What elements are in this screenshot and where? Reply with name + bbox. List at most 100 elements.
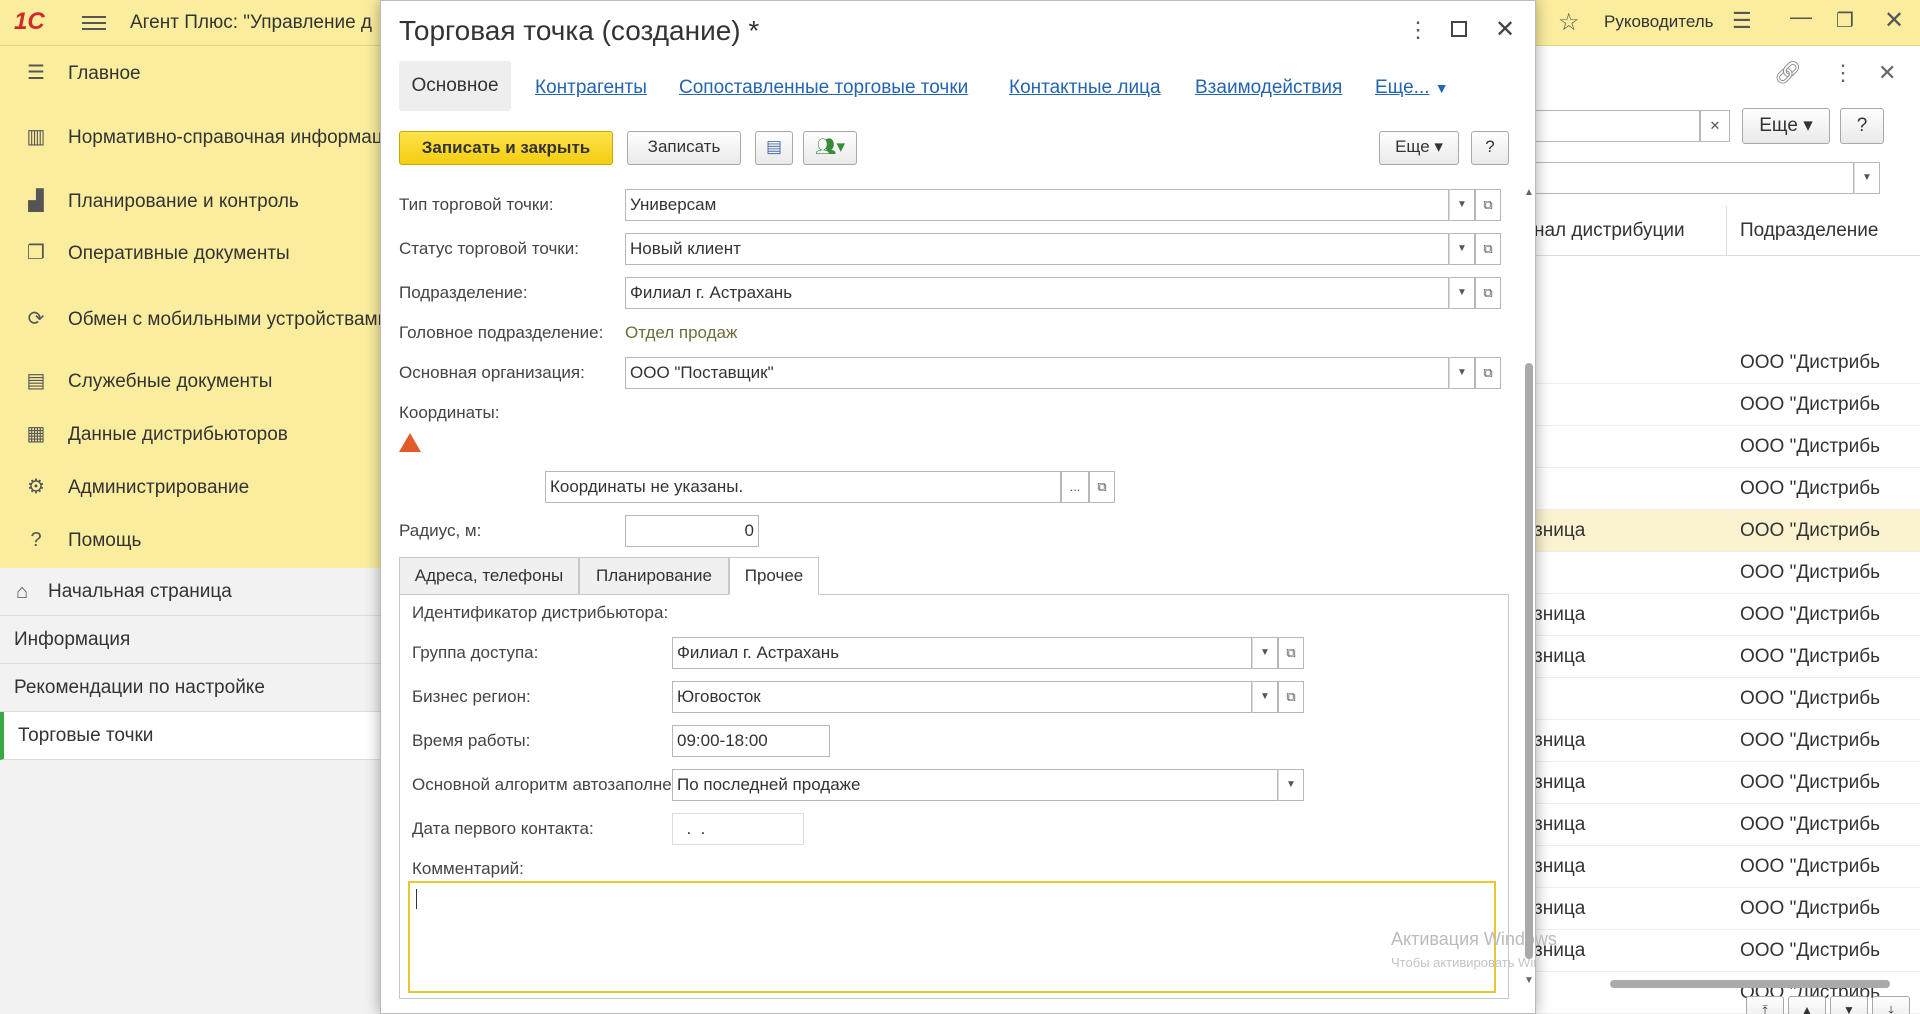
more-button[interactable]: Еще ▾ [1379, 131, 1459, 165]
sidebar-item-label: Планирование и контроль [68, 190, 299, 212]
sidebar-item-help[interactable]: ? Помощь [0, 525, 380, 555]
sidebar-item-service-docs[interactable]: ▤ Служебные документы [0, 366, 380, 396]
open-icon[interactable]: ⧉ [1475, 277, 1501, 309]
vertical-scrollbar[interactable]: ▲ ▼ [1523, 187, 1535, 986]
list-more-button[interactable]: Еще ▾ [1742, 108, 1830, 144]
document-list-icon[interactable]: ▤ [755, 131, 793, 165]
col-header-channel[interactable]: нал дистрибуции [1534, 220, 1685, 242]
table-row[interactable]: зница ООО "Дистрибь [1530, 510, 1920, 552]
nav-item-recommendations[interactable]: Рекомендации по настройке [0, 664, 380, 712]
division-field[interactable]: Филиал г. Астрахань [625, 277, 1449, 309]
table-row[interactable]: ООО "Дистрибь [1530, 342, 1920, 384]
chevron-down-icon[interactable]: ▼ [1449, 277, 1475, 309]
scrollbar-thumb[interactable] [1525, 363, 1533, 959]
tab-matched-points[interactable]: Сопоставленные торговые точки [679, 77, 968, 99]
subtab-planning[interactable]: Планирование [579, 557, 729, 595]
open-icon[interactable]: ⧉ [1475, 189, 1501, 221]
maximize-icon[interactable] [1451, 21, 1467, 37]
tab-interactions[interactable]: Взаимодействия [1195, 77, 1342, 99]
open-icon[interactable]: ⧉ [1475, 357, 1501, 389]
save-and-close-button[interactable]: Записать и закрыть [399, 131, 613, 165]
nav-item-info[interactable]: Информация [0, 616, 380, 664]
table-row[interactable]: ООО "Дистрибь [1530, 426, 1920, 468]
page-up-icon[interactable]: ▲ [1788, 996, 1826, 1014]
user-name[interactable]: Руководитель [1604, 12, 1714, 32]
more-vert-icon[interactable]: ⋮ [1832, 60, 1854, 86]
add-contact-icon[interactable]: 👥︎▾ [803, 131, 857, 165]
table-row[interactable]: зница ООО "Дистрибь [1530, 636, 1920, 678]
access-group-field[interactable]: Филиал г. Астрахань [672, 637, 1252, 669]
chevron-down-icon[interactable]: ▼ [1449, 233, 1475, 265]
table-row[interactable]: ООО "Дистрибь [1530, 468, 1920, 510]
tab-counterparties[interactable]: Контрагенты [535, 77, 647, 99]
first-page-icon[interactable]: ⤒ [1746, 996, 1784, 1014]
table-row[interactable]: ООО "Дистрибь [1530, 552, 1920, 594]
chevron-down-icon[interactable]: ▼ [1252, 681, 1278, 713]
sidebar-item-mobile-exchange[interactable]: ⟳ Обмен с мобильными устройствами [0, 294, 389, 344]
more-vert-icon[interactable]: ⋮ [1407, 17, 1429, 43]
table-row[interactable]: ООО "Дистрибь [1530, 678, 1920, 720]
comment-field[interactable] [408, 881, 1496, 993]
table-row[interactable]: зница ООО "Дистрибь [1530, 930, 1920, 972]
sidebar-item-documents[interactable]: ❐ Оперативные документы [0, 238, 380, 268]
autofill-field[interactable]: По последней продаже [672, 769, 1278, 801]
close-icon[interactable]: ✕ [1495, 15, 1515, 44]
clear-search-icon[interactable]: ✕ [1700, 110, 1730, 142]
close-list-icon[interactable]: ✕ [1878, 60, 1896, 86]
chevron-down-icon[interactable]: ▼ [1278, 769, 1304, 801]
table-row[interactable]: зница ООО "Дистрибь [1530, 762, 1920, 804]
page-down-icon[interactable]: ▼ [1830, 996, 1868, 1014]
star-icon[interactable]: ☆ [1558, 8, 1580, 37]
sidebar-item-main[interactable]: ☰ Главное [0, 58, 380, 88]
table-row[interactable]: зница ООО "Дистрибь [1530, 846, 1920, 888]
table-row[interactable]: зница ООО "Дистрибь [1530, 888, 1920, 930]
table-row[interactable]: зница ООО "Дистрибь [1530, 720, 1920, 762]
table-row[interactable]: зница ООО "Дистрибь [1530, 804, 1920, 846]
help-button[interactable]: ? [1471, 131, 1509, 165]
radius-field[interactable]: 0 [625, 515, 759, 547]
table-row[interactable]: зница ООО "Дистрибь [1530, 594, 1920, 636]
coords-select-button[interactable]: ... [1061, 471, 1089, 503]
subtab-addresses[interactable]: Адреса, телефоны [399, 557, 579, 595]
menu-icon[interactable] [82, 12, 106, 32]
col-header-division[interactable]: Подразделение [1740, 220, 1878, 242]
chevron-down-icon[interactable]: ▼ [1854, 162, 1880, 194]
tab-main[interactable]: Основное [399, 61, 511, 111]
sync-icon: ⟳ [27, 308, 45, 330]
status-field[interactable]: Новый клиент [625, 233, 1449, 265]
chevron-down-icon[interactable]: ▼ [1449, 357, 1475, 389]
open-icon[interactable]: ⧉ [1278, 681, 1304, 713]
list-help-button[interactable]: ? [1840, 108, 1884, 144]
close-icon[interactable]: ✕ [1884, 6, 1904, 35]
work-time-field[interactable]: 09:00-18:00 [672, 725, 830, 757]
sidebar-item-distributors[interactable]: ▦ Данные дистрибьюторов [0, 419, 380, 449]
list-filter-field[interactable] [1530, 162, 1854, 194]
nav-item-trade-points[interactable]: Торговые точки [0, 712, 380, 760]
first-contact-field[interactable]: . . [672, 813, 804, 845]
link-icon[interactable]: 🔗︎ [1774, 60, 1802, 86]
sidebar-item-reference[interactable]: ▥ Нормативно-справочная информация [0, 112, 404, 162]
sidebar-item-planning[interactable]: ▟ Планирование и контроль [0, 186, 380, 216]
list-search-input[interactable] [1530, 110, 1700, 142]
subtab-other[interactable]: Прочее [729, 557, 819, 595]
table-row[interactable]: ООО "Дистрибь [1530, 384, 1920, 426]
open-icon[interactable]: ⧉ [1089, 471, 1115, 503]
restore-icon[interactable]: ❐ [1836, 8, 1854, 33]
coords-field[interactable]: Координаты не указаны. [545, 471, 1061, 503]
region-field[interactable]: Юговосток [672, 681, 1252, 713]
open-icon[interactable]: ⧉ [1278, 637, 1304, 669]
settings-list-icon[interactable]: ☰ [1732, 8, 1752, 34]
tab-more[interactable]: Еще... ▼ [1375, 77, 1449, 99]
org-field[interactable]: ООО "Поставщик" [625, 357, 1449, 389]
type-field[interactable]: Универсам [625, 189, 1449, 221]
chevron-down-icon[interactable]: ▼ [1252, 637, 1278, 669]
nav-item-home[interactable]: ⌂ Начальная страница [0, 568, 380, 616]
horizontal-scrollbar[interactable] [1610, 980, 1890, 988]
open-icon[interactable]: ⧉ [1475, 233, 1501, 265]
last-page-icon[interactable]: ⤓ [1872, 996, 1910, 1014]
minimize-icon[interactable]: — [1790, 4, 1812, 30]
sidebar-item-admin[interactable]: ⚙ Администрирование [0, 472, 380, 502]
save-button[interactable]: Записать [627, 131, 741, 165]
chevron-down-icon[interactable]: ▼ [1449, 189, 1475, 221]
tab-contacts[interactable]: Контактные лица [1009, 77, 1161, 99]
